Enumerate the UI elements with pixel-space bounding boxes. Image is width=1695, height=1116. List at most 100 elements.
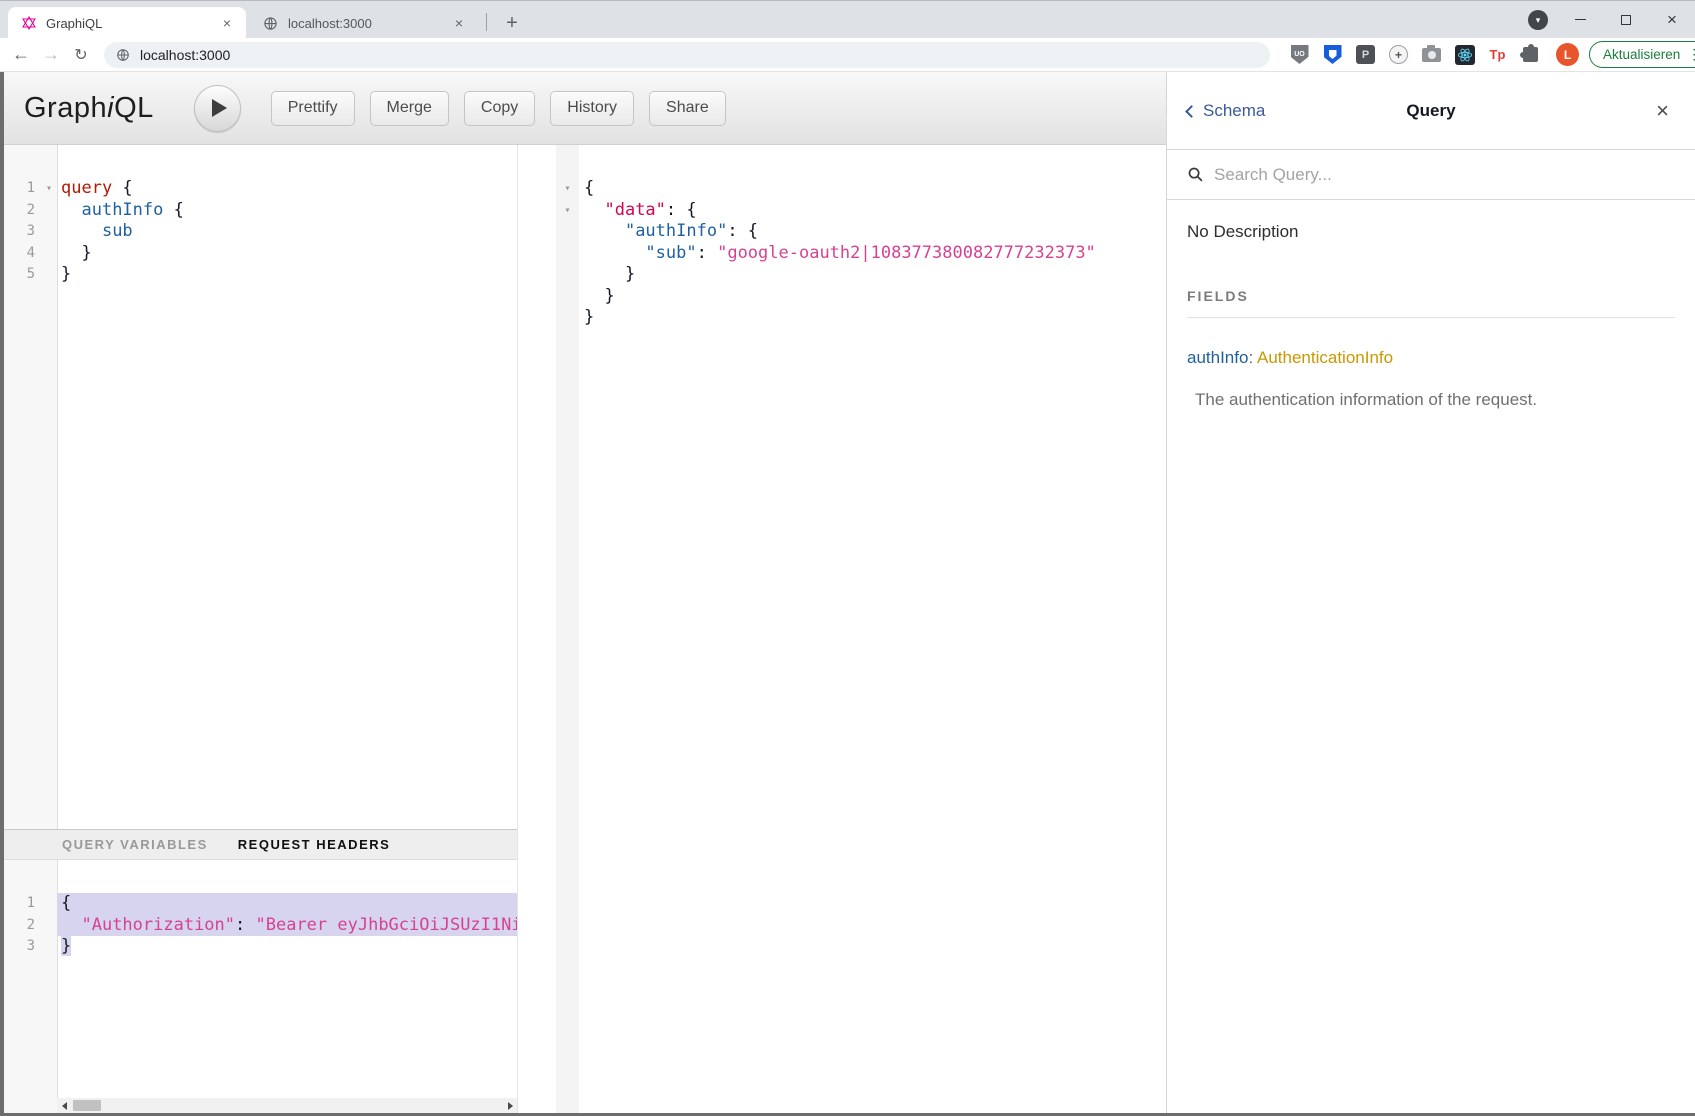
- field-type-link[interactable]: AuthenticationInfo: [1257, 348, 1393, 367]
- fold-arrow-icon[interactable]: ▾: [556, 178, 579, 200]
- line-number: 1: [4, 178, 41, 200]
- tab-title: GraphiQL: [46, 16, 218, 31]
- code-text: "authInfo": {: [579, 221, 1166, 243]
- back-button[interactable]: ←: [6, 40, 36, 70]
- merge-button[interactable]: Merge: [370, 91, 449, 126]
- doc-back-label: Schema: [1203, 101, 1265, 121]
- headers-editor-lines: 1{2 "Authorization": "Bearer eyJhbGciOiJ…: [4, 860, 517, 958]
- code-line[interactable]: 3 sub: [4, 221, 517, 243]
- execute-query-button[interactable]: [194, 85, 241, 132]
- copy-button[interactable]: Copy: [464, 91, 535, 126]
- browser-update-button[interactable]: Aktualisieren: [1589, 41, 1695, 68]
- code-line[interactable]: ▾ "data": {: [556, 200, 1166, 222]
- camera-glyph: [1422, 48, 1441, 62]
- code-text: }: [579, 307, 1166, 329]
- line-number: 1: [4, 893, 41, 915]
- tab-request-headers[interactable]: REQUEST HEADERS: [238, 837, 391, 852]
- address-bar[interactable]: localhost:3000: [104, 42, 1270, 68]
- fold-gutter-spacer: [41, 936, 57, 958]
- tab-search-icon[interactable]: [1528, 10, 1548, 30]
- code-line[interactable]: 1{: [4, 893, 517, 915]
- window-maximize-button[interactable]: [1603, 1, 1649, 38]
- code-line[interactable]: }: [556, 286, 1166, 308]
- site-info-globe-icon[interactable]: [116, 48, 130, 62]
- pane-divider[interactable]: [519, 145, 556, 1113]
- extensions-row: UO P + Tp: [1288, 43, 1542, 66]
- ublock-origin-icon[interactable]: UO: [1288, 43, 1311, 66]
- doc-close-icon[interactable]: ×: [1656, 100, 1669, 122]
- react-devtools-icon[interactable]: [1453, 43, 1476, 66]
- result-viewer-lines: ▾{▾ "data": { "authInfo": { "sub": "goog…: [556, 145, 1166, 329]
- scroll-right-arrow-icon[interactable]: [503, 1098, 517, 1113]
- tab-close-icon[interactable]: [218, 14, 236, 32]
- window-minimize-button[interactable]: [1557, 1, 1603, 38]
- tab-close-icon[interactable]: [450, 14, 468, 32]
- code-text: {: [57, 893, 517, 915]
- code-line[interactable]: "authInfo": {: [556, 221, 1166, 243]
- code-line[interactable]: ▾{: [556, 178, 1166, 200]
- react-atom-glyph: [1455, 45, 1475, 65]
- extensions-puzzle-icon[interactable]: [1519, 43, 1542, 66]
- history-button[interactable]: History: [550, 91, 634, 126]
- screenshot-camera-icon[interactable]: [1420, 43, 1443, 66]
- browser-menu-icon[interactable]: [1687, 46, 1695, 63]
- code-text: {: [579, 178, 1166, 200]
- query-editor[interactable]: 1▾query {2 authInfo {3 sub4 }5}: [4, 145, 517, 829]
- code-line[interactable]: "sub": "google-oauth2|108377380082777232…: [556, 243, 1166, 265]
- forward-button[interactable]: →: [36, 40, 66, 70]
- fold-gutter-spacer: [41, 221, 57, 243]
- fold-arrow-icon[interactable]: ▾: [41, 178, 57, 200]
- doc-back-link[interactable]: Schema: [1187, 101, 1265, 121]
- line-number: 3: [4, 221, 41, 243]
- scrollbar-track[interactable]: [71, 1098, 503, 1113]
- browser-tab-graphiql[interactable]: GraphiQL: [8, 7, 246, 39]
- prettify-button[interactable]: Prettify: [271, 91, 355, 126]
- bitwarden-shield: [1324, 45, 1342, 64]
- browser-navbar: ← → ↻ localhost:3000 UO P +: [0, 38, 1695, 72]
- code-line[interactable]: 3}: [4, 936, 517, 958]
- code-text: "Authorization": "Bearer eyJhbGciOiJSUzI…: [57, 915, 517, 937]
- chevron-left-icon: [1185, 105, 1198, 118]
- request-headers-editor[interactable]: 1{2 "Authorization": "Bearer eyJhbGciOiJ…: [4, 860, 517, 1113]
- bitwarden-icon[interactable]: [1321, 43, 1344, 66]
- line-number: 5: [4, 264, 41, 286]
- move-tool-glyph: +: [1389, 45, 1408, 64]
- graphiql-topbar: GraphiQL Prettify Merge Copy History Sha…: [4, 72, 1166, 145]
- new-tab-button[interactable]: +: [498, 9, 526, 37]
- window-left-edge: [0, 72, 4, 1116]
- code-text: }: [579, 286, 1166, 308]
- code-line[interactable]: 1▾query {: [4, 178, 517, 200]
- type-description: No Description: [1187, 222, 1675, 242]
- field-name-link[interactable]: authInfo: [1187, 348, 1248, 367]
- code-text: }: [57, 264, 517, 286]
- close-icon: [1667, 11, 1677, 28]
- reload-button[interactable]: ↻: [66, 40, 96, 70]
- code-line[interactable]: 5}: [4, 264, 517, 286]
- move-tool-icon[interactable]: +: [1387, 43, 1410, 66]
- line-number: 2: [4, 200, 41, 222]
- horizontal-scrollbar[interactable]: [57, 1098, 517, 1113]
- tab-separator: [486, 13, 487, 31]
- code-line[interactable]: 4 }: [4, 243, 517, 265]
- code-line[interactable]: 2 authInfo {: [4, 200, 517, 222]
- profile-avatar[interactable]: L: [1556, 43, 1579, 66]
- browser-tab-localhost[interactable]: localhost:3000: [250, 7, 478, 39]
- fold-gutter-spacer: [556, 286, 579, 308]
- scroll-left-arrow-icon[interactable]: [57, 1098, 71, 1113]
- scrollbar-thumb[interactable]: [73, 1100, 101, 1111]
- fold-gutter-spacer: [556, 307, 579, 329]
- code-line[interactable]: }: [556, 264, 1166, 286]
- tab-query-variables[interactable]: QUERY VARIABLES: [62, 837, 208, 852]
- window-close-button[interactable]: [1649, 1, 1695, 38]
- code-line[interactable]: 2 "Authorization": "Bearer eyJhbGciOiJSU…: [4, 915, 517, 937]
- tampermonkey-tp-icon[interactable]: Tp: [1486, 43, 1509, 66]
- fold-arrow-icon[interactable]: ▾: [556, 200, 579, 222]
- p-extension-icon[interactable]: P: [1354, 43, 1377, 66]
- doc-search-input[interactable]: [1214, 165, 1675, 185]
- fold-gutter-spacer: [41, 915, 57, 937]
- code-text: sub: [57, 221, 517, 243]
- minimize-icon: [1575, 19, 1586, 21]
- code-line[interactable]: }: [556, 307, 1166, 329]
- share-button[interactable]: Share: [649, 91, 726, 126]
- field-colon: :: [1248, 348, 1253, 367]
